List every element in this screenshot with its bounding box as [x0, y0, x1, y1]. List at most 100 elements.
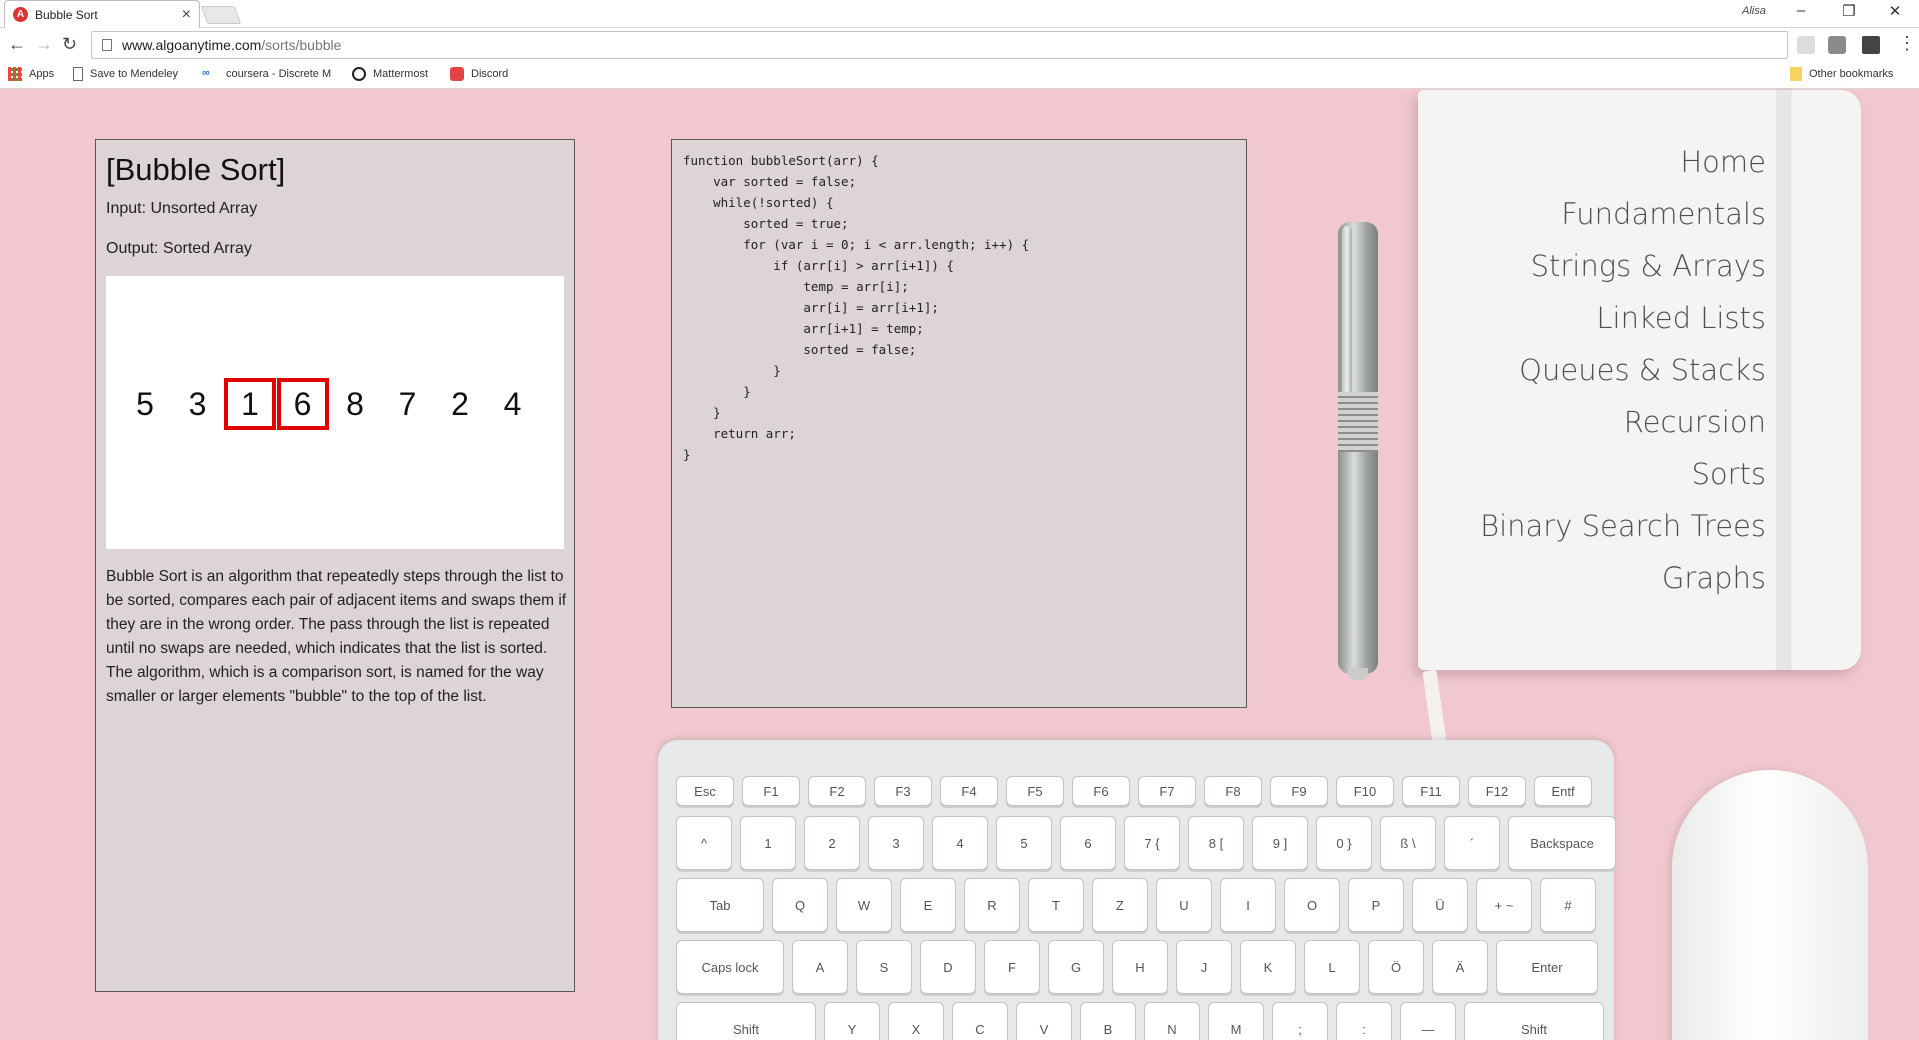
code-block: function bubbleSort(arr) { var sorted = … [683, 153, 1030, 462]
output-description: Output: Sorted Array [106, 240, 252, 257]
keyboard-key: Enter [1496, 940, 1598, 994]
keyboard-key: Entf [1534, 776, 1592, 806]
minimize-icon[interactable]: – [1786, 2, 1816, 19]
input-description: Input: Unsorted Array [106, 200, 258, 217]
keyboard-key: F4 [940, 776, 998, 806]
back-icon[interactable]: ← [8, 34, 26, 55]
array-element: 8 [346, 386, 364, 422]
nav-fundamentals[interactable]: Fundamentals [1480, 188, 1766, 240]
keyboard-key: S [856, 940, 912, 994]
keyboard-key: — [1400, 1002, 1456, 1040]
keyboard-key: F11 [1402, 776, 1460, 806]
keyboard-key: ´ [1444, 816, 1500, 870]
array-element-compared: 6 [276, 378, 329, 430]
keyboard-row: Caps lock A S D F G H J K L Ö Ä Enter [676, 940, 1598, 994]
array-element: 7 [398, 386, 417, 422]
keyboard-row: Esc F1 F2 F3 F4 F5 F6 F7 F8 F9 F10 F11 F12 Entf [676, 776, 1592, 806]
nav-queues-stacks[interactable]: Queues & Stacks [1480, 344, 1766, 396]
keyboard-key: : [1336, 1002, 1392, 1040]
extension-icon[interactable] [1797, 36, 1815, 54]
algorithm-title: [Bubble Sort] [106, 152, 286, 187]
profile-name[interactable]: Alisa [1742, 5, 1766, 17]
keyboard-key: H [1112, 940, 1168, 994]
keyboard-key: Caps lock [676, 940, 784, 994]
keyboard-key: F2 [808, 776, 866, 806]
keyboard-key: ß \ [1380, 816, 1436, 870]
keyboard-key: Ü [1412, 878, 1468, 932]
keyboard-key: Backspace [1508, 816, 1616, 870]
keyboard-key: F3 [874, 776, 932, 806]
keyboard-key: Tab [676, 878, 764, 932]
bookmarks-bar: Apps Save to Mendeley ∞ coursera - Discr… [0, 63, 1919, 89]
other-bookmarks[interactable]: Other bookmarks [1790, 67, 1893, 81]
forward-icon[interactable]: → [35, 34, 53, 55]
address-bar[interactable]: www.algoanytime.com/sorts/bubble [91, 31, 1788, 59]
keyboard-key: Ä [1432, 940, 1488, 994]
reload-icon[interactable]: ↻ [62, 34, 77, 55]
keyboard-key: D [920, 940, 976, 994]
bookmark-label: Other bookmarks [1809, 68, 1894, 80]
keyboard-key: J [1176, 940, 1232, 994]
extension-icon[interactable] [1862, 36, 1880, 54]
keyboard-key: F8 [1204, 776, 1262, 806]
bookmark-discord[interactable]: Discord [450, 67, 508, 81]
keyboard-key: F1 [742, 776, 800, 806]
array-element-compared: 1 [224, 378, 276, 430]
keyboard-key: F10 [1336, 776, 1394, 806]
coursera-icon: ∞ [202, 67, 210, 79]
keyboard-key: 6 [1060, 816, 1116, 870]
site-nav: Home Fundamentals Strings & Arrays Linke… [1480, 136, 1766, 604]
close-window-icon[interactable]: ✕ [1880, 2, 1910, 20]
keyboard-key: 7 { [1124, 816, 1180, 870]
keyboard-key: 5 [996, 816, 1052, 870]
keyboard-key: V [1016, 1002, 1072, 1040]
keyboard-key: 1 [740, 816, 796, 870]
page-info-icon[interactable] [102, 39, 112, 51]
browser-tab[interactable]: A Bubble Sort × [4, 0, 200, 28]
code-panel: function bubbleSort(arr) { var sorted = … [671, 139, 1247, 708]
keyboard-key: 0 } [1316, 816, 1372, 870]
keyboard-key: 9 ] [1252, 816, 1308, 870]
apps-grid-icon [8, 67, 22, 81]
array-element: 5 [136, 386, 154, 422]
keyboard-row: Shift Y X C V B N M;: — Shift [676, 1002, 1604, 1040]
restore-icon[interactable]: ❐ [1834, 2, 1864, 20]
extension-icon[interactable] [1828, 36, 1846, 54]
keyboard-key: 2 [804, 816, 860, 870]
mattermost-icon [352, 67, 366, 81]
keyboard-key: P [1348, 878, 1404, 932]
bookmark-mendeley[interactable]: Save to Mendeley [73, 67, 178, 81]
new-tab-button[interactable] [200, 6, 242, 24]
keyboard-key: Y [824, 1002, 880, 1040]
keyboard-key: F5 [1006, 776, 1064, 806]
bookmark-label: Save to Mendeley [90, 68, 179, 80]
nav-recursion[interactable]: Recursion [1480, 396, 1766, 448]
keyboard-key: B [1080, 1002, 1136, 1040]
keyboard-key: ; [1272, 1002, 1328, 1040]
keyboard-key: F12 [1468, 776, 1526, 806]
nav-linked-lists[interactable]: Linked Lists [1480, 292, 1766, 344]
keyboard-key: 3 [868, 816, 924, 870]
nav-binary-search-trees[interactable]: Binary Search Trees [1480, 500, 1766, 552]
nav-graphs[interactable]: Graphs [1480, 552, 1766, 604]
nav-strings-arrays[interactable]: Strings & Arrays [1480, 240, 1766, 292]
close-tab-icon[interactable]: × [182, 6, 191, 24]
keyboard-key: F [984, 940, 1040, 994]
keyboard-key: N [1144, 1002, 1200, 1040]
menu-icon[interactable]: ⋮ [1898, 33, 1916, 54]
keyboard-key: U [1156, 878, 1212, 932]
pen-image [1338, 222, 1378, 680]
mouse-image [1672, 770, 1868, 1040]
tab-title: Bubble Sort [35, 7, 98, 22]
bookmark-label: Apps [29, 68, 55, 80]
keyboard-key: F7 [1138, 776, 1196, 806]
bookmark-mattermost[interactable]: Mattermost [352, 67, 428, 81]
bookmark-coursera[interactable]: ∞ coursera - Discrete M [202, 67, 331, 81]
array-element: 3 [188, 386, 207, 422]
nav-home[interactable]: Home [1480, 136, 1766, 188]
nav-sorts[interactable]: Sorts [1480, 448, 1766, 500]
bookmark-apps[interactable]: Apps [8, 67, 54, 81]
keyboard-key: G [1048, 940, 1104, 994]
angular-favicon-icon: A [13, 7, 28, 22]
keyboard-key: F6 [1072, 776, 1130, 806]
